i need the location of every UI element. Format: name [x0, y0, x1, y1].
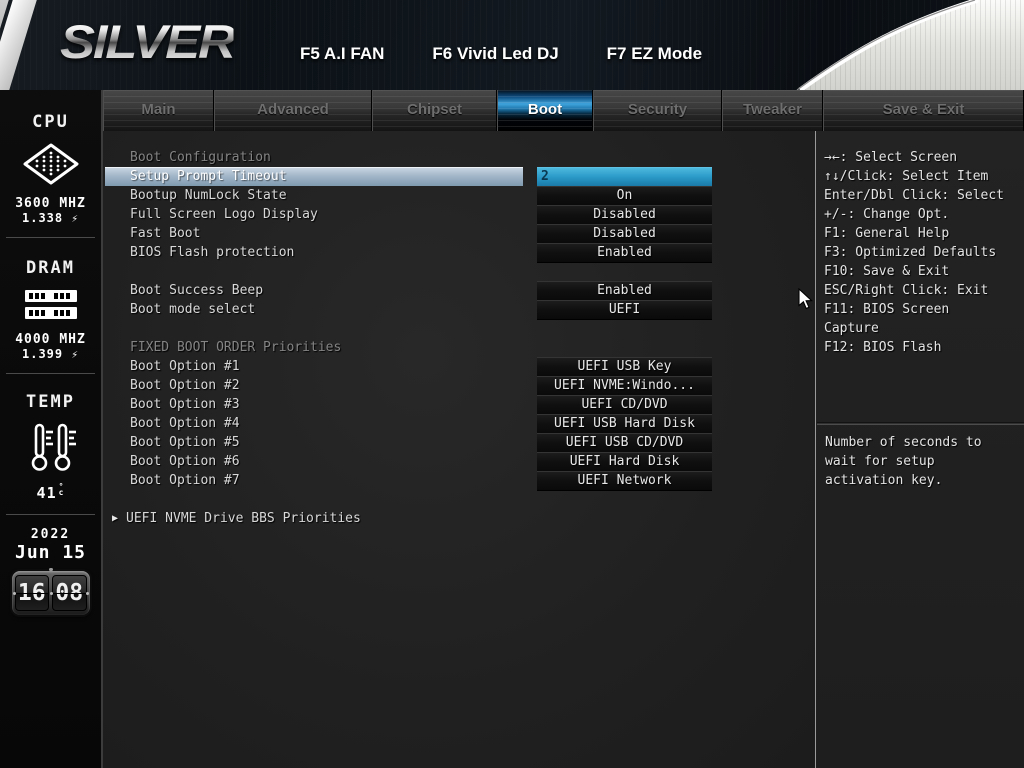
header-hotkeys: F5 A.I FAN F6 Vivid Led DJ F7 EZ Mode — [300, 44, 702, 64]
value-boot-option-5[interactable]: UEFI USB CD/DVD — [537, 433, 712, 452]
cpu-chip-icon — [21, 142, 81, 186]
dram-section-label: DRAM — [0, 258, 101, 278]
flip-clock: 16 08 — [12, 571, 90, 615]
value-boot-option-1[interactable]: UEFI USB Key — [537, 357, 712, 376]
value-boot-option-7[interactable]: UEFI Network — [537, 471, 712, 490]
value-boot-success-beep[interactable]: Enabled — [537, 281, 712, 300]
tab-chipset[interactable]: Chipset — [372, 90, 497, 131]
setting-row-fast-boot[interactable]: Fast Boot Disabled — [103, 224, 815, 243]
temp-section-label: TEMP — [0, 392, 101, 412]
mouse-cursor — [798, 288, 814, 310]
setting-row-boot-option-6[interactable]: Boot Option #6 UEFI Hard Disk — [103, 452, 815, 471]
setting-description: Number of seconds to wait for setup acti… — [825, 433, 1003, 490]
help-key-line: F3: Optimized Defaults — [824, 243, 1018, 262]
header-banner: SILVER F5 A.I FAN F6 Vivid Led DJ F7 EZ … — [0, 0, 1024, 90]
submenu-uefi-nvme-bbs-priorities[interactable]: ▶UEFI NVME Drive BBS Priorities — [103, 509, 815, 528]
thermometer-icon — [23, 422, 79, 474]
bios-logo: SILVER — [60, 14, 234, 69]
clock-hours: 16 — [15, 575, 50, 611]
help-panel: →←: Select Screen ↑↓/Click: Select Item … — [815, 131, 1024, 768]
hotkey-f7-ez-mode[interactable]: F7 EZ Mode — [607, 44, 702, 64]
section-title-fixed-boot-order: FIXED BOOT ORDER Priorities — [130, 340, 341, 355]
help-key-line: F11: BIOS Screen — [824, 300, 1018, 319]
tab-save-exit[interactable]: Save & Exit — [823, 90, 1024, 131]
setting-row-boot-option-4[interactable]: Boot Option #4 UEFI USB Hard Disk — [103, 414, 815, 433]
hotkey-f6-vivid-led-dj[interactable]: F6 Vivid Led DJ — [432, 44, 558, 64]
cpu-voltage: 1.338 ⚡ — [0, 211, 101, 225]
help-key-line: Capture — [824, 319, 1018, 338]
tab-boot[interactable]: Boot — [497, 90, 593, 131]
value-fast-boot[interactable]: Disabled — [537, 224, 712, 243]
clock-hinge — [50, 592, 53, 595]
hardware-monitor-sidebar: CPU 3600 MHZ 1.338 ⚡ DRAM 4000 MHZ 1.399… — [0, 90, 103, 768]
boot-settings-panel: Boot Configuration Setup Prompt Timeout … — [103, 131, 815, 768]
cpu-section-label: CPU — [0, 112, 101, 132]
setting-row-boot-mode-select[interactable]: Boot mode select UEFI — [103, 300, 815, 319]
date-day: Jun 15 — [0, 542, 101, 563]
hotkey-f5-ai-fan[interactable]: F5 A.I FAN — [300, 44, 384, 64]
setting-row-boot-option-5[interactable]: Boot Option #5 UEFI USB CD/DVD — [103, 433, 815, 452]
clock-minutes: 08 — [52, 575, 87, 611]
temp-value: 41°c — [0, 484, 101, 502]
setting-row-bootup-numlock[interactable]: Bootup NumLock State On — [103, 186, 815, 205]
help-key-line: F10: Save & Exit — [824, 262, 1018, 281]
value-boot-option-6[interactable]: UEFI Hard Disk — [537, 452, 712, 471]
tab-advanced[interactable]: Advanced — [214, 90, 372, 131]
help-key-line: →←: Select Screen — [824, 148, 1018, 167]
setting-row-setup-prompt-timeout[interactable]: Setup Prompt Timeout 2 — [103, 167, 815, 186]
cpu-frequency: 3600 MHZ — [0, 196, 101, 211]
menu-tab-bar: Main Advanced Chipset Boot Security Twea… — [103, 90, 1024, 132]
tab-security[interactable]: Security — [593, 90, 722, 131]
submenu-arrow-icon: ▶ — [112, 509, 118, 528]
sidebar-divider — [6, 514, 95, 515]
dram-voltage: 1.399 ⚡ — [0, 347, 101, 361]
tab-tweaker[interactable]: Tweaker — [722, 90, 823, 131]
section-title-boot-configuration: Boot Configuration — [130, 150, 271, 165]
ram-sticks-icon — [22, 288, 80, 322]
clock-knob — [49, 568, 53, 571]
help-key-line: ESC/Right Click: Exit — [824, 281, 1018, 300]
value-setup-prompt-timeout[interactable]: 2 — [537, 167, 712, 186]
setting-row-boot-option-1[interactable]: Boot Option #1 UEFI USB Key — [103, 357, 815, 376]
value-boot-option-3[interactable]: UEFI CD/DVD — [537, 395, 712, 414]
value-bios-flash-protection[interactable]: Enabled — [537, 243, 712, 262]
help-key-line: F12: BIOS Flash — [824, 338, 1018, 357]
dram-frequency: 4000 MHZ — [0, 332, 101, 347]
date-year: 2022 — [0, 527, 101, 542]
tab-main[interactable]: Main — [103, 90, 214, 131]
setting-row-boot-success-beep[interactable]: Boot Success Beep Enabled — [103, 281, 815, 300]
value-bootup-numlock[interactable]: On — [537, 186, 712, 205]
help-key-line: +/-: Change Opt. — [824, 205, 1018, 224]
sidebar-divider — [6, 373, 95, 374]
voltage-bolt-icon: ⚡ — [71, 212, 79, 225]
value-boot-mode-select[interactable]: UEFI — [537, 300, 712, 319]
setting-row-boot-option-3[interactable]: Boot Option #3 UEFI CD/DVD — [103, 395, 815, 414]
voltage-bolt-icon: ⚡ — [71, 348, 79, 361]
clock-hinge — [13, 592, 16, 595]
clock-hinge — [86, 592, 89, 595]
help-key-line: ↑↓/Click: Select Item — [824, 167, 1018, 186]
sidebar-divider — [6, 237, 95, 238]
help-panel-divider — [817, 422, 1024, 425]
help-key-line: Enter/Dbl Click: Select — [824, 186, 1018, 205]
setting-row-full-screen-logo[interactable]: Full Screen Logo Display Disabled — [103, 205, 815, 224]
setting-row-boot-option-7[interactable]: Boot Option #7 UEFI Network — [103, 471, 815, 490]
value-boot-option-4[interactable]: UEFI USB Hard Disk — [537, 414, 712, 433]
value-boot-option-2[interactable]: UEFI NVME:Windo... — [537, 376, 712, 395]
setting-row-boot-option-2[interactable]: Boot Option #2 UEFI NVME:Windo... — [103, 376, 815, 395]
value-full-screen-logo[interactable]: Disabled — [537, 205, 712, 224]
setting-row-bios-flash-protection[interactable]: BIOS Flash protection Enabled — [103, 243, 815, 262]
help-key-line: F1: General Help — [824, 224, 1018, 243]
